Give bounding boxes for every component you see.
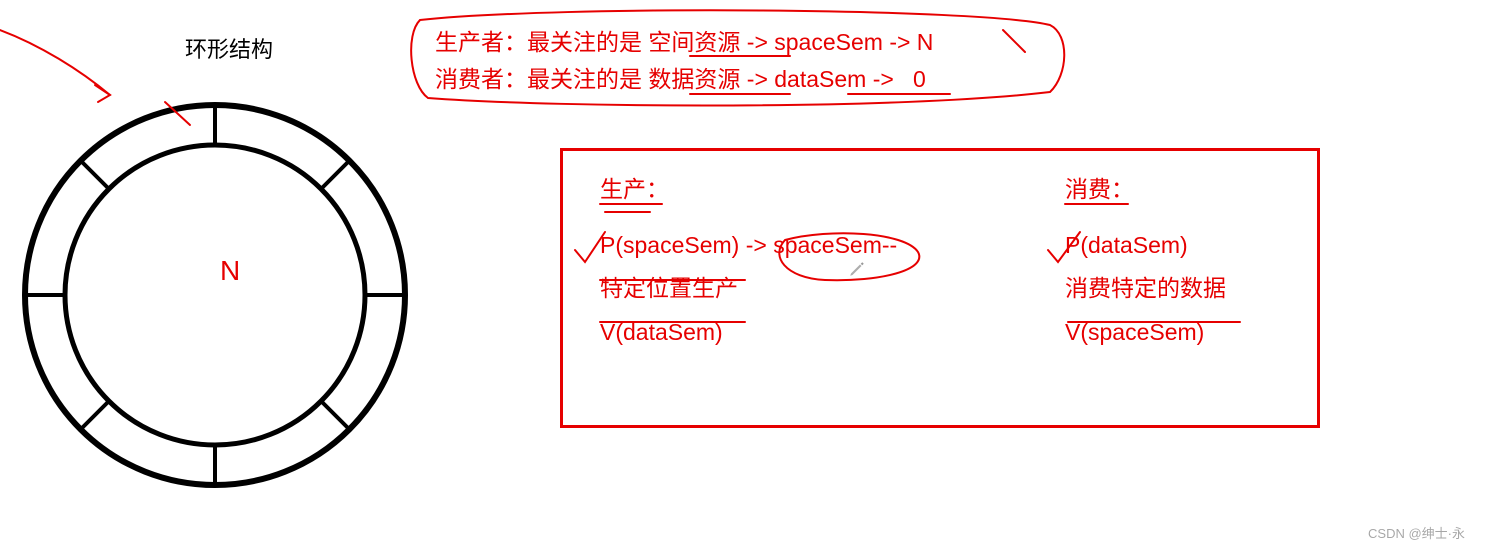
watermark: CSDN @绅士·永	[1368, 523, 1465, 542]
producer-step-v: V(dataSem)	[600, 311, 897, 355]
consumer-step-v: V(spaceSem)	[1065, 311, 1226, 355]
note-producer: 生产者：最关注的是 空间资源 -> spaceSem -> N	[435, 24, 933, 61]
ring-diagram	[0, 35, 420, 535]
ring-center-label: N	[220, 255, 240, 287]
note-consumer: 消费者：最关注的是 数据资源 -> dataSem -> 0	[435, 61, 933, 98]
consumer-step-p: P(dataSem)	[1065, 224, 1226, 268]
consumer-column: 消费： P(dataSem) 消费特定的数据 V(spaceSem)	[1065, 168, 1226, 355]
producer-title: 生产：	[600, 168, 669, 212]
consumer-title: 消费：	[1065, 168, 1134, 212]
semaphore-notes: 生产者：最关注的是 空间资源 -> spaceSem -> N 消费者：最关注的…	[435, 24, 933, 98]
consumer-step-action: 消费特定的数据	[1065, 267, 1226, 311]
eyedropper-icon	[848, 260, 866, 278]
